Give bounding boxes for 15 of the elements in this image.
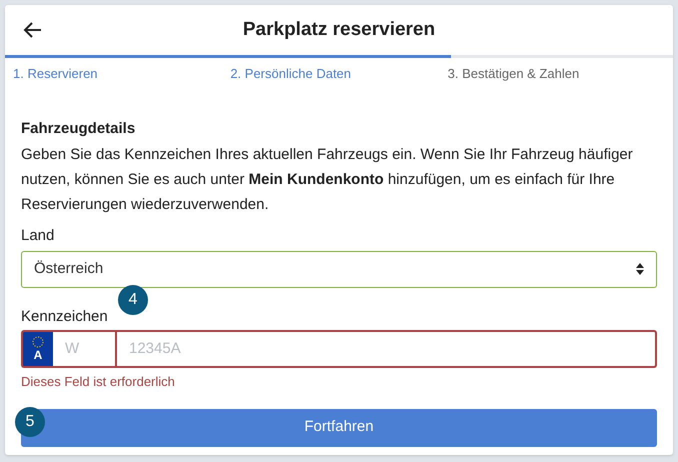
sort-caret-icon — [636, 263, 644, 275]
error-message: Dieses Feld ist erforderlich — [21, 373, 176, 391]
country-select[interactable]: Österreich — [21, 250, 657, 288]
section-heading: Fahrzeugdetails — [21, 118, 136, 138]
step-label: 2. Persönliche Daten — [230, 65, 352, 83]
field-label: Land — [21, 226, 56, 246]
back-arrow-icon[interactable] — [23, 20, 43, 40]
step-marker: 5 — [15, 407, 45, 437]
step-marker: 4 — [118, 285, 148, 315]
step-label: 1. Reservieren — [13, 65, 99, 83]
plate-number-input[interactable]: 12345A — [117, 330, 657, 368]
step-label: 3. Bestätigen & Zahlen — [448, 65, 580, 83]
field-label: Kennzeichen — [21, 306, 109, 326]
section-description: Geben Sie das Kennzeichen Ihres aktuellen Fahrzeugs ein. Wenn Sie Ihr Fahrzeug häufiger nutzen, können Sie es auch unter Mein Kundenkonto hinzufügen, um es einfach für Ihre Reservierungen wiederzuverwenden. — [21, 145, 634, 215]
page-title: Parkplatz reservieren — [242, 18, 436, 42]
